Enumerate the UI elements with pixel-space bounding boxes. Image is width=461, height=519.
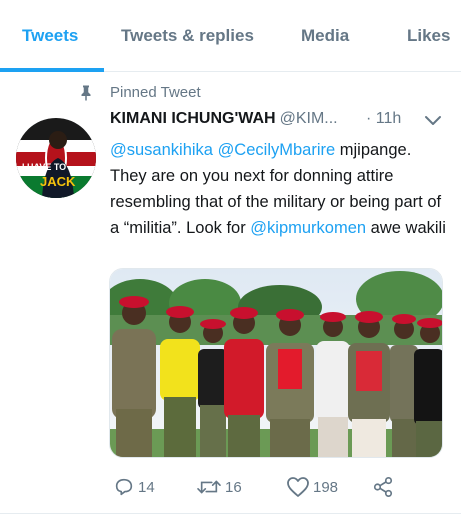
- tab-likes[interactable]: Likes: [407, 26, 450, 46]
- author-handle[interactable]: @KIM...: [280, 110, 338, 127]
- reply-icon: [115, 478, 133, 496]
- active-tab-indicator: [0, 68, 104, 72]
- pinned-row: Pinned Tweet: [0, 82, 461, 104]
- chevron-down-icon[interactable]: [424, 114, 442, 128]
- tab-tweets[interactable]: Tweets: [22, 26, 78, 46]
- profile-tabs: Tweets Tweets & replies Media Likes: [0, 0, 461, 72]
- reply-count: 14: [138, 478, 155, 496]
- heart-icon: [287, 477, 309, 497]
- svg-text:I HAVE TO: I HAVE TO: [22, 162, 66, 172]
- share-icon: [373, 477, 393, 497]
- tab-media[interactable]: Media: [301, 26, 349, 46]
- mention-link[interactable]: @susankihika: [110, 141, 213, 159]
- tab-tweets-replies[interactable]: Tweets & replies: [121, 26, 254, 46]
- mention-link[interactable]: @kipmurkomen: [250, 219, 366, 237]
- tweet-header: KIMANI ICHUNG'WAH @KIM... · 11h: [110, 110, 450, 134]
- retweet-count: 16: [225, 478, 242, 496]
- tweet-actions: 14 16 198: [0, 474, 461, 500]
- tweet-text: @susankihika @CecilyMbarire mjipange. Th…: [110, 137, 450, 241]
- divider: [0, 513, 461, 514]
- svg-text:JACK: JACK: [40, 174, 76, 189]
- reply-button[interactable]: 14: [113, 474, 155, 500]
- like-count: 198: [313, 478, 339, 496]
- pinned-label: Pinned Tweet: [110, 84, 201, 101]
- pin-icon: [81, 85, 91, 101]
- tweet-text-part: awe wakili: [366, 219, 446, 237]
- like-button[interactable]: 198: [286, 474, 338, 500]
- tweet-time[interactable]: · 11h: [366, 110, 401, 128]
- avatar[interactable]: I HAVE TO JACK: [16, 118, 96, 198]
- retweet-button[interactable]: 16: [196, 474, 242, 500]
- share-button[interactable]: [372, 474, 394, 500]
- tweet-photo[interactable]: [109, 268, 443, 458]
- retweet-icon: [197, 480, 221, 494]
- mention-link[interactable]: @CecilyMbarire: [218, 141, 336, 159]
- author-name[interactable]: KIMANI ICHUNG'WAH: [110, 110, 276, 127]
